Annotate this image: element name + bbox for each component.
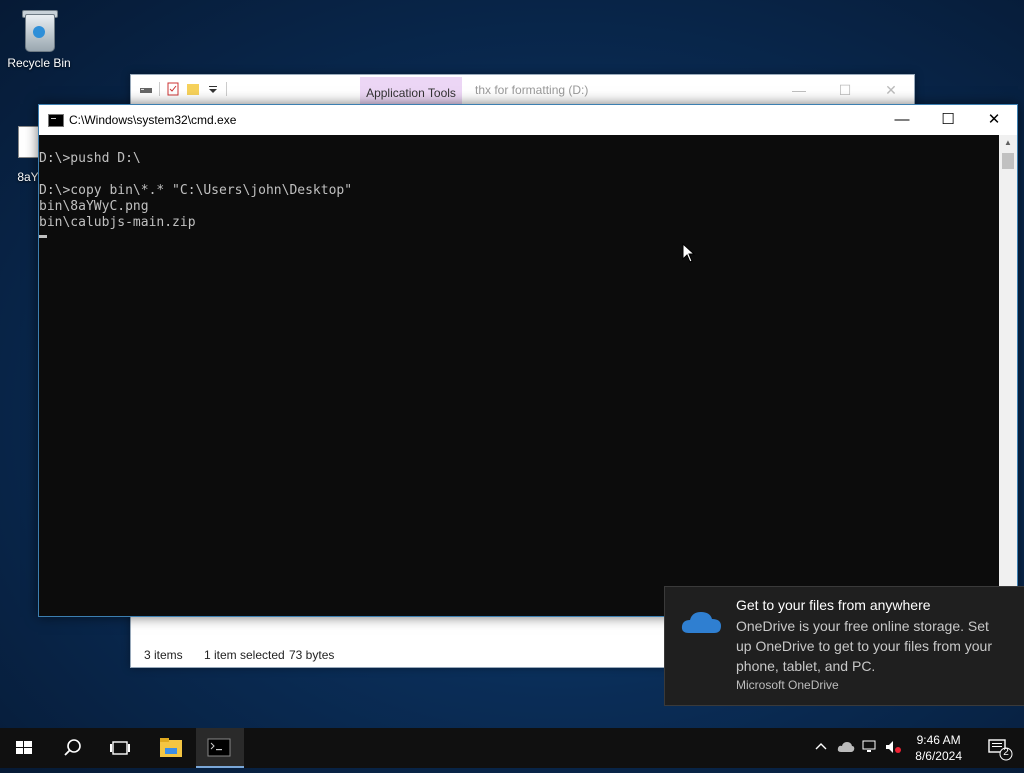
onedrive-tray-icon[interactable] [837,740,855,757]
start-button[interactable] [0,728,48,768]
cmd-minimize-button[interactable]: — [879,105,925,135]
clock[interactable]: 9:46 AM 8/6/2024 [915,732,962,764]
new-folder-icon[interactable] [186,82,200,96]
explorer-minimize-button[interactable]: — [776,75,822,105]
console-scrollbar[interactable]: ▲ [999,135,1017,616]
cmd-titlebar[interactable]: C:\Windows\system32\cmd.exe — ☐ ✕ [39,105,1017,135]
notification-title: Get to your files from anywhere [736,597,931,613]
task-view-button[interactable] [96,728,144,768]
cmd-window[interactable]: C:\Windows\system32\cmd.exe — ☐ ✕ D:\>pu… [38,104,1018,617]
customize-toolbar-icon[interactable] [206,82,220,96]
recycle-bin-glyph-icon [19,8,59,52]
notification-body: OneDrive is your free online storage. Se… [736,618,992,674]
drive-icon[interactable] [139,82,153,96]
console-line: D:\>copy bin\*.* "C:\Users\john\Desktop" [39,183,353,198]
action-center-button[interactable]: 2 [976,728,1024,768]
cmd-icon[interactable] [48,114,64,127]
recycle-bin-icon[interactable]: Recycle Bin [1,8,77,70]
status-item-count: 3 items [144,648,183,662]
console-output[interactable]: D:\>pushd D:\ D:\>copy bin\*.* "C:\Users… [39,135,999,616]
clock-time: 9:46 AM [916,733,961,747]
notification-source: Microsoft OneDrive [736,678,839,692]
task-view-icon [110,741,130,755]
windows-logo-icon [16,741,32,754]
properties-icon[interactable] [166,82,180,96]
search-button[interactable] [48,728,96,768]
explorer-maximize-button[interactable]: ☐ [822,75,868,105]
explorer-title: thx for formatting (D:) [475,83,589,97]
cmd-taskbar-icon [207,738,231,757]
chevron-up-icon[interactable] [814,740,828,757]
status-selected: 1 item selected [204,648,285,662]
scroll-up-arrow-icon[interactable]: ▲ [999,135,1017,151]
taskbar-cmd[interactable] [196,728,244,768]
cmd-close-button[interactable]: ✕ [971,105,1017,135]
status-size: 73 bytes [289,648,335,662]
quick-access-toolbar [139,82,227,96]
onedrive-notification[interactable]: Get to your files from anywhere OneDrive… [664,586,1024,706]
search-icon [64,739,81,756]
cmd-title: C:\Windows\system32\cmd.exe [69,113,237,127]
text-cursor [39,235,47,238]
network-icon[interactable] [862,740,878,757]
cmd-maximize-button[interactable]: ☐ [925,105,971,135]
system-tray [812,728,912,768]
scrollbar-thumb[interactable] [1002,153,1014,169]
explorer-titlebar[interactable]: Application Tools thx for formatting (D:… [131,75,914,106]
console-line: D:\>pushd D:\ [39,151,141,166]
recycle-bin-label: Recycle Bin [7,56,71,70]
notification-icon [988,739,1013,761]
explorer-close-button[interactable]: ✕ [868,75,914,105]
taskbar-file-explorer[interactable] [148,728,196,768]
volume-muted-icon[interactable] [885,740,903,757]
clock-date: 8/6/2024 [915,749,962,763]
console-line: bin\8aYWyC.png [39,199,149,214]
onedrive-cloud-icon [679,607,723,642]
console-line: bin\calubjs-main.zip [39,215,196,230]
tab-application-tools[interactable]: Application Tools [360,77,462,105]
folder-icon [160,738,182,757]
taskbar: 9:46 AM 8/6/2024 2 [0,728,1024,768]
notification-count-badge: 2 [1003,747,1009,758]
